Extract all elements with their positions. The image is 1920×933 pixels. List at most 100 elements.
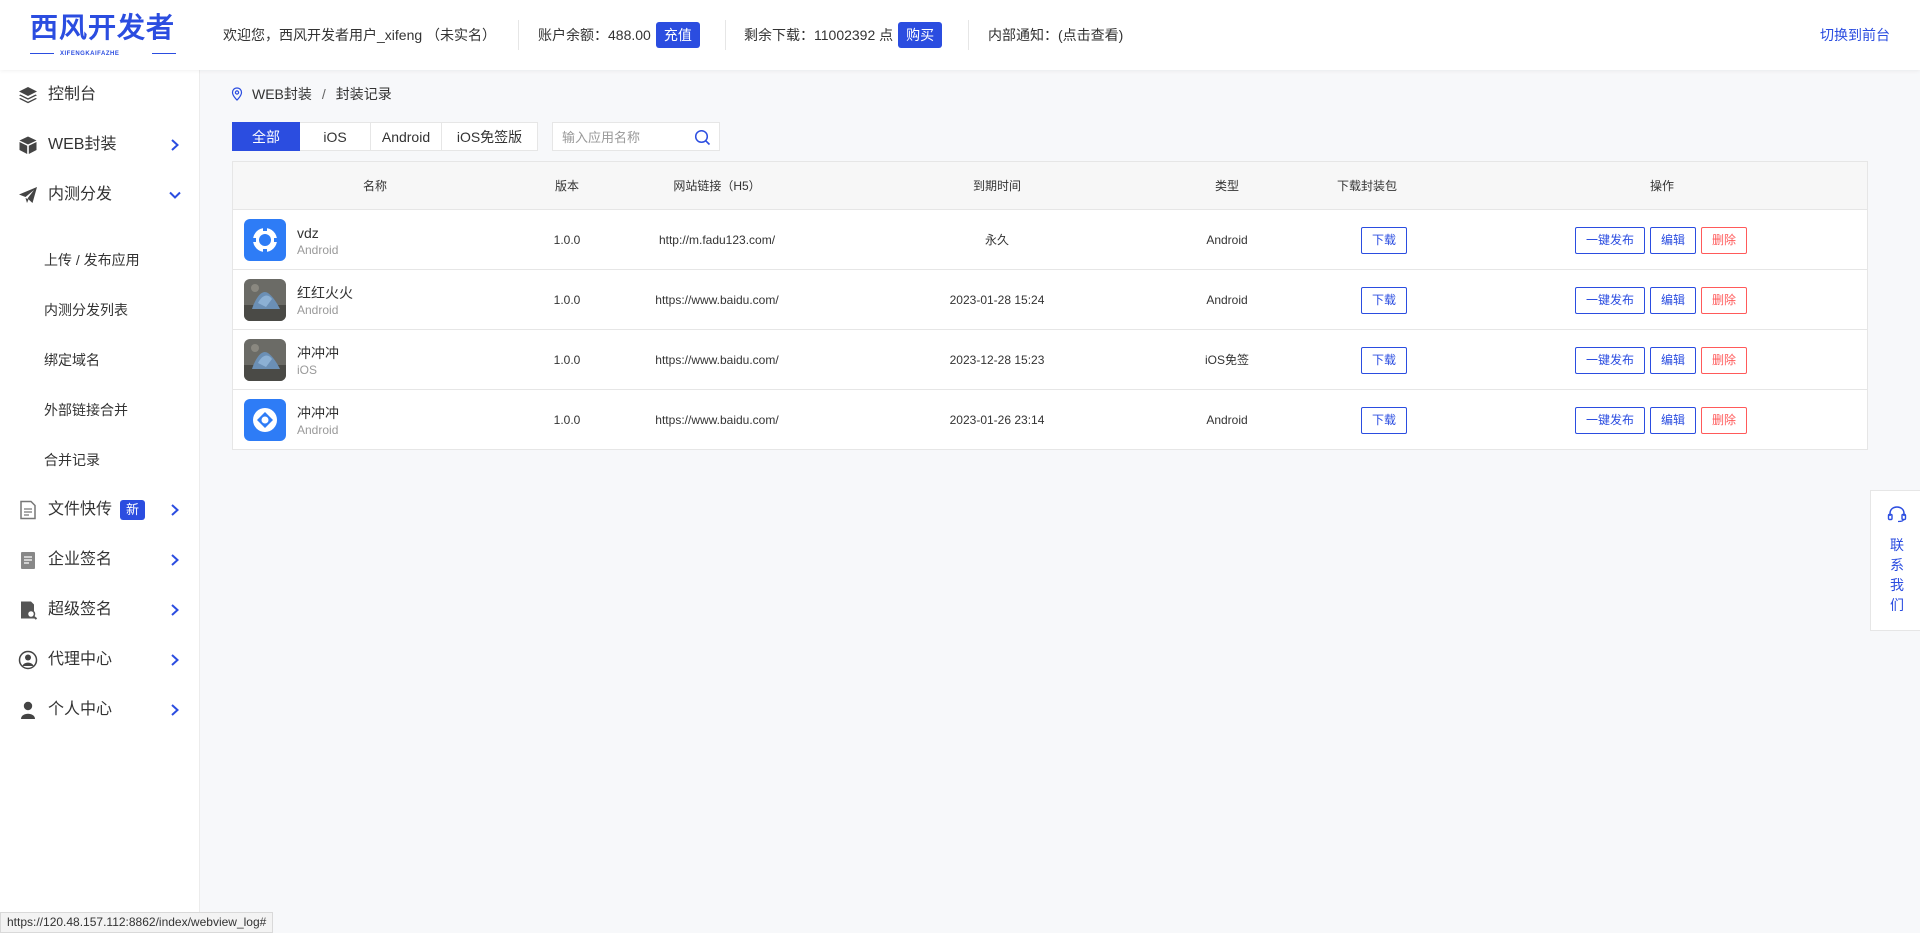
table-row: 冲冲冲 iOS 1.0.0 https://www.baidu.com/ 202… — [233, 330, 1867, 390]
logo-subtitle: XIFENGKAIFAZHE — [60, 51, 120, 57]
delete-button[interactable]: 删除 — [1701, 347, 1747, 374]
super-sign-icon — [21, 601, 38, 620]
balance-label: 账户余额：488.00 — [538, 27, 651, 43]
paper-plane-icon — [19, 187, 37, 203]
contact-us-label: 联 系 我 们 — [1890, 537, 1904, 613]
url-cell: https://www.baidu.com/ — [655, 293, 779, 307]
filter-tabs: 全部 iOS Android iOS免签版 — [232, 122, 538, 151]
sidebar-item-label: 控制台 — [48, 86, 97, 103]
buy-button[interactable]: 购买 — [898, 22, 943, 48]
sidebar-item-label: 超级签名 — [48, 601, 113, 618]
edit-button[interactable]: 编辑 — [1650, 407, 1696, 434]
sidebar-item-label: 代理中心 — [48, 651, 113, 668]
sidebar-item-label: 文件快传 — [48, 501, 113, 518]
app-platform: Android — [297, 303, 339, 317]
type-cell: iOS免签 — [1204, 353, 1249, 367]
sidebar-subitem-distribution-list[interactable]: 内测分发列表 — [44, 285, 128, 335]
edit-button[interactable]: 编辑 — [1650, 347, 1696, 374]
type-cell: Android — [1206, 233, 1248, 247]
table-header: 名称 版本 网站链接（H5） 到期时间 类型 下载封装包 操作 — [233, 162, 1867, 210]
delete-button[interactable]: 删除 — [1701, 407, 1747, 434]
download-button[interactable]: 下载 — [1361, 407, 1407, 434]
column-header-type: 类型 — [1214, 179, 1239, 193]
file-transfer-icon — [20, 500, 36, 520]
search-input[interactable] — [562, 127, 692, 147]
logo[interactable]: 西风开发者 XIFENGKAIFAZHE — [30, 12, 176, 58]
chevron-right-icon — [171, 654, 179, 666]
sidebar-item-dashboard[interactable]: 控制台 — [0, 70, 200, 120]
tab-all[interactable]: 全部 — [232, 122, 300, 151]
contact-us-float[interactable]: 联 系 我 们 — [1870, 490, 1920, 631]
sidebar-item-web-package[interactable]: WEB封装 — [0, 120, 200, 170]
downloads-group: 剩余下载：11002392 点 购买 — [744, 0, 943, 70]
agent-icon — [18, 650, 38, 670]
layers-icon — [19, 87, 37, 104]
breadcrumb-item-web-package[interactable]: WEB封装 — [252, 84, 312, 104]
location-pin-icon — [231, 87, 243, 101]
app-icon — [244, 399, 286, 441]
breadcrumb: WEB封装 / 封装记录 — [230, 84, 392, 104]
sidebar-subitem-merge-records[interactable]: 合并记录 — [44, 435, 100, 485]
sidebar-item-label: WEB封装 — [48, 136, 117, 153]
balance-group: 账户余额：488.00 充值 — [538, 0, 700, 70]
document-sign-icon — [21, 552, 35, 569]
column-header-url: 网站链接（H5） — [673, 179, 761, 193]
app-name: 冲冲冲 — [297, 405, 339, 421]
sidebar-item-personal-center[interactable]: 个人中心 — [0, 685, 200, 735]
delete-button[interactable]: 删除 — [1701, 287, 1747, 314]
publish-button[interactable]: 一键发布 — [1575, 407, 1645, 434]
app-platform: iOS — [297, 363, 318, 377]
download-button[interactable]: 下载 — [1361, 347, 1407, 374]
chevron-right-icon — [171, 139, 179, 151]
app-icon — [244, 219, 286, 261]
type-cell: Android — [1206, 293, 1248, 307]
app-platform: Android — [297, 423, 339, 437]
expire-cell: 2023-01-26 23:14 — [949, 413, 1045, 427]
publish-button[interactable]: 一键发布 — [1575, 287, 1645, 314]
sidebar-item-super-sign[interactable]: 超级签名 — [0, 585, 200, 635]
search-icon[interactable] — [694, 129, 711, 146]
download-button[interactable]: 下载 — [1361, 227, 1407, 254]
tab-ios-free-sign[interactable]: iOS免签版 — [442, 122, 538, 151]
edit-button[interactable]: 编辑 — [1650, 287, 1696, 314]
switch-to-frontend-link[interactable]: 切换到前台 — [1820, 0, 1890, 70]
user-icon — [21, 701, 35, 719]
app-icon — [244, 279, 286, 321]
tab-android[interactable]: Android — [371, 122, 442, 151]
edit-button[interactable]: 编辑 — [1650, 227, 1696, 254]
internal-notice-link[interactable]: 内部通知：(点击查看) — [988, 0, 1123, 70]
download-button[interactable]: 下载 — [1361, 287, 1407, 314]
app-platform: Android — [297, 243, 339, 257]
sidebar-item-label: 内测分发 — [48, 186, 113, 203]
sidebar-item-enterprise-sign[interactable]: 企业签名 — [0, 535, 200, 585]
sidebar-item-file-transfer[interactable]: 文件快传 新 — [0, 485, 200, 535]
sidebar-subitem-external-link-merge[interactable]: 外部链接合并 — [44, 385, 128, 435]
publish-button[interactable]: 一键发布 — [1575, 227, 1645, 254]
new-badge: 新 — [120, 500, 146, 520]
column-header-version: 版本 — [554, 179, 579, 193]
sidebar-item-agent-center[interactable]: 代理中心 — [0, 635, 200, 685]
app-name: 红红火火 — [297, 285, 353, 301]
package-records-table: 名称 版本 网站链接（H5） 到期时间 类型 下载封装包 操作 vdz Andr… — [232, 161, 1868, 450]
sidebar-item-beta-distribution[interactable]: 内测分发 — [0, 170, 200, 220]
recharge-button[interactable]: 充值 — [655, 22, 700, 48]
publish-button[interactable]: 一键发布 — [1575, 347, 1645, 374]
version-cell: 1.0.0 — [553, 293, 581, 307]
version-cell: 1.0.0 — [553, 233, 581, 247]
table-row: 冲冲冲 Android 1.0.0 https://www.baidu.com/… — [233, 390, 1867, 450]
column-header-actions: 操作 — [1649, 179, 1674, 193]
url-cell: https://www.baidu.com/ — [655, 353, 779, 367]
breadcrumb-current: 封装记录 — [335, 86, 392, 102]
app-icon — [244, 339, 286, 381]
header-divider — [518, 20, 519, 50]
sidebar-subitem-bind-domain[interactable]: 绑定域名 — [44, 335, 100, 385]
chevron-down-icon — [169, 191, 181, 199]
url-cell: https://www.baidu.com/ — [655, 413, 779, 427]
sidebar: 控制台 WEB封装 内测分发 上传 / 发布应用 内测分发列表 绑定域名 外部链… — [0, 70, 200, 933]
delete-button[interactable]: 删除 — [1701, 227, 1747, 254]
tab-ios[interactable]: iOS — [300, 122, 371, 151]
sidebar-subitem-upload-publish[interactable]: 上传 / 发布应用 — [44, 235, 140, 285]
column-header-download: 下载封装包 — [1336, 179, 1397, 193]
welcome-text: 欢迎您，西风开发者用户_xifeng （未实名） — [223, 27, 497, 43]
header-divider — [725, 20, 726, 50]
